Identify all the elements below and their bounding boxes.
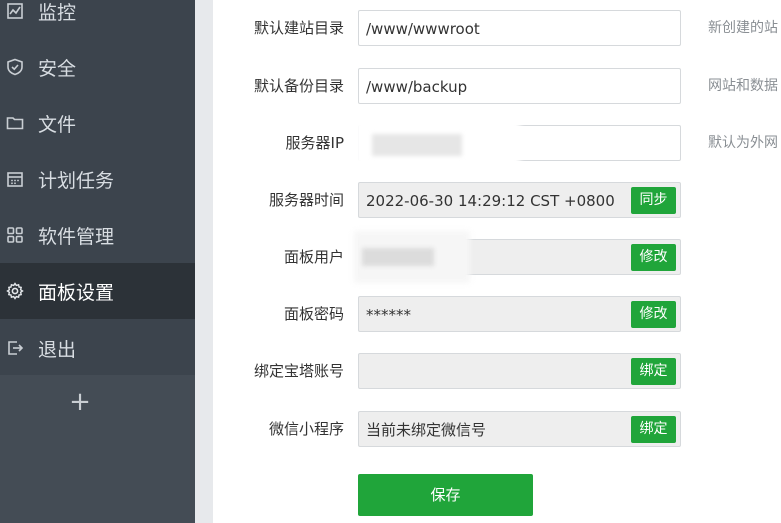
calendar-icon	[5, 169, 25, 189]
backup-dir-input[interactable]	[366, 78, 680, 96]
gear-icon	[5, 281, 25, 301]
sync-time-button[interactable]: 同步	[631, 187, 676, 214]
grid-icon	[5, 225, 25, 245]
backup-dir-help: 网站和数据	[708, 78, 778, 94]
redaction-blur	[372, 134, 462, 156]
panel-password-value: ******	[366, 306, 411, 324]
monitor-icon	[5, 1, 25, 21]
panel-user-label: 面板用户	[283, 248, 344, 266]
sidebar-footer	[0, 375, 195, 523]
server-time-label: 服务器时间	[268, 191, 344, 209]
sidebar-item-label: 退出	[38, 338, 77, 361]
sidebar-item-tasks[interactable]: 计划任务	[0, 151, 195, 207]
backup-dir-label: 默认备份目录	[253, 77, 344, 95]
add-button[interactable]: +	[64, 388, 96, 416]
sidebar-item-security[interactable]: 安全	[0, 39, 195, 95]
sidebar-item-label: 监控	[38, 1, 77, 24]
content-gutter	[195, 0, 213, 523]
server-time-field: 2022-06-30 14:29:12 CST +0800 同步	[358, 182, 681, 218]
shield-icon	[5, 57, 25, 77]
site-dir-label: 默认建站目录	[253, 19, 344, 37]
panel-password-field: ****** 修改	[358, 296, 681, 332]
sidebar: 监控 安全 文件 计划任务 软件管理 面板设置 退出 +	[0, 0, 195, 523]
sidebar-item-monitor[interactable]: 监控	[0, 0, 195, 39]
bind-account-button[interactable]: 绑定	[631, 358, 676, 385]
sidebar-item-label: 面板设置	[38, 281, 115, 304]
wechat-value: 当前未绑定微信号	[366, 421, 487, 439]
sidebar-item-label: 计划任务	[38, 169, 115, 192]
site-dir-help: 新创建的站	[708, 20, 778, 36]
bind-wechat-button[interactable]: 绑定	[631, 416, 676, 443]
logout-icon	[5, 338, 25, 358]
edit-user-button[interactable]: 修改	[631, 244, 676, 271]
sidebar-item-files[interactable]: 文件	[0, 95, 195, 151]
server-ip-label: 服务器IP	[285, 134, 344, 152]
sidebar-item-label: 安全	[38, 57, 77, 80]
sidebar-menu: 监控 安全 文件 计划任务 软件管理 面板设置 退出	[0, 0, 195, 375]
wechat-field: 当前未绑定微信号 绑定	[358, 411, 681, 447]
bind-account-field: 绑定	[358, 353, 681, 389]
bind-account-label: 绑定宝塔账号	[253, 362, 344, 380]
site-dir-field[interactable]	[358, 10, 681, 46]
folder-icon	[5, 113, 25, 133]
server-time-value: 2022-06-30 14:29:12 CST +0800	[366, 192, 615, 210]
backup-dir-field[interactable]	[358, 68, 681, 104]
panel-password-label: 面板密码	[283, 305, 344, 323]
sidebar-item-logout[interactable]: 退出	[0, 320, 195, 376]
sidebar-item-label: 文件	[38, 113, 77, 136]
server-ip-help: 默认为外网	[708, 135, 778, 151]
sidebar-item-software[interactable]: 软件管理	[0, 207, 195, 263]
wechat-label: 微信小程序	[268, 420, 344, 438]
site-dir-input[interactable]	[366, 20, 680, 38]
edit-password-button[interactable]: 修改	[631, 301, 676, 328]
redaction-blur	[362, 248, 434, 266]
sidebar-item-label: 软件管理	[38, 225, 115, 248]
sidebar-item-panel-settings[interactable]: 面板设置	[0, 263, 195, 319]
save-button[interactable]: 保存	[358, 474, 533, 516]
